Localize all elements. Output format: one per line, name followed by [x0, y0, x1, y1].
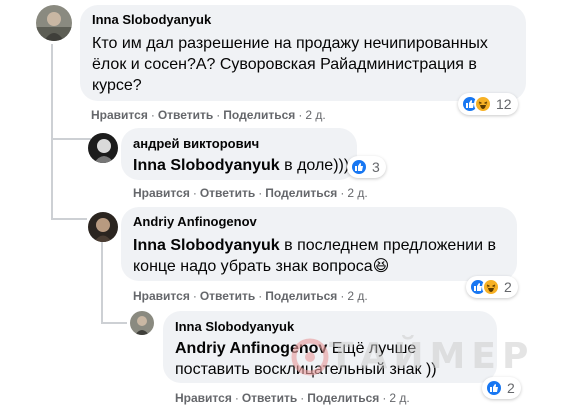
- thread-line: [101, 322, 127, 324]
- thread-line: [51, 218, 87, 220]
- like-icon: [350, 158, 368, 176]
- separator: ·: [382, 391, 387, 405]
- separator: ·: [192, 289, 197, 303]
- comment-actions: Нравится · Ответить · Поделиться · 2 д.: [91, 108, 326, 122]
- timer-logo-icon: [291, 338, 329, 375]
- reaction-count: 12: [496, 96, 512, 112]
- like-link[interactable]: Нравится: [91, 108, 148, 122]
- haha-icon: [482, 278, 500, 296]
- thread-line: [101, 240, 103, 324]
- reply-link[interactable]: Ответить: [158, 108, 213, 122]
- haha-icon: [474, 95, 492, 113]
- comment-actions: Нравится · Ответить · Поделиться · 2 д.: [175, 391, 410, 405]
- reaction-summary[interactable]: 3: [347, 156, 386, 178]
- reaction-summary[interactable]: 2: [466, 276, 518, 298]
- share-link[interactable]: Поделиться: [223, 108, 295, 122]
- avatar[interactable]: [88, 212, 118, 242]
- separator: ·: [340, 186, 345, 200]
- separator: ·: [258, 186, 263, 200]
- reply-link[interactable]: Ответить: [200, 186, 255, 200]
- mention-link[interactable]: Inna Slobodyanyuk: [133, 237, 280, 254]
- user-photo-icon: [88, 133, 118, 163]
- like-link[interactable]: Нравится: [133, 186, 190, 200]
- comment-author[interactable]: Inna Slobodyanyuk: [175, 319, 294, 334]
- watermark-text: ТАЙМЕР: [329, 336, 535, 377]
- like-link[interactable]: Нравится: [133, 289, 190, 303]
- grinning-squint-emoji: 😆: [372, 258, 390, 275]
- thread-line: [51, 138, 91, 140]
- reaction-summary[interactable]: 12: [458, 93, 518, 115]
- separator: ·: [216, 108, 221, 122]
- separator: ·: [258, 289, 263, 303]
- avatar[interactable]: [36, 5, 72, 41]
- share-link[interactable]: Поделиться: [265, 186, 337, 200]
- reaction-summary[interactable]: 2: [482, 377, 521, 399]
- share-link[interactable]: Поделиться: [265, 289, 337, 303]
- user-photo-icon: [36, 5, 72, 41]
- like-link[interactable]: Нравится: [175, 391, 232, 405]
- watermark: ТАЙМЕР: [291, 336, 534, 377]
- comment-text-body: в доле))): [279, 157, 350, 174]
- user-photo-icon: [130, 311, 154, 335]
- timestamp-link[interactable]: 2 д.: [305, 108, 325, 122]
- comment-actions: Нравится · Ответить · Поделиться · 2 д.: [133, 289, 368, 303]
- reply-link[interactable]: Ответить: [242, 391, 297, 405]
- mention-link[interactable]: Inna Slobodyanyuk: [133, 157, 280, 174]
- reaction-count: 3: [372, 159, 380, 175]
- avatar[interactable]: [88, 133, 118, 163]
- thread-line: [51, 44, 53, 220]
- separator: ·: [300, 391, 305, 405]
- comment-author[interactable]: Andriy Anfinogenov: [133, 214, 257, 229]
- comment-author[interactable]: андрей викторович: [133, 136, 259, 151]
- comment-actions: Нравится · Ответить · Поделиться · 2 д.: [133, 186, 368, 200]
- separator: ·: [340, 289, 345, 303]
- comment-text: Кто им дал разрешение на продажу нечипир…: [92, 35, 488, 94]
- like-icon: [485, 379, 503, 397]
- timestamp-link[interactable]: 2 д.: [347, 186, 367, 200]
- reply-link[interactable]: Ответить: [200, 289, 255, 303]
- comment-text: Inna Slobodyanyuk в последнем предложени…: [133, 235, 508, 277]
- separator: ·: [234, 391, 239, 405]
- reaction-count: 2: [507, 380, 515, 396]
- comment-text: Inna Slobodyanyuk в доле))): [133, 155, 353, 176]
- user-photo-icon: [88, 212, 118, 242]
- reaction-count: 2: [504, 279, 512, 295]
- comment-author[interactable]: Inna Slobodyanyuk: [92, 12, 211, 27]
- separator: ·: [150, 108, 155, 122]
- timestamp-link[interactable]: 2 д.: [389, 391, 409, 405]
- separator: ·: [298, 108, 303, 122]
- timestamp-link[interactable]: 2 д.: [347, 289, 367, 303]
- avatar[interactable]: [130, 311, 154, 335]
- separator: ·: [192, 186, 197, 200]
- share-link[interactable]: Поделиться: [307, 391, 379, 405]
